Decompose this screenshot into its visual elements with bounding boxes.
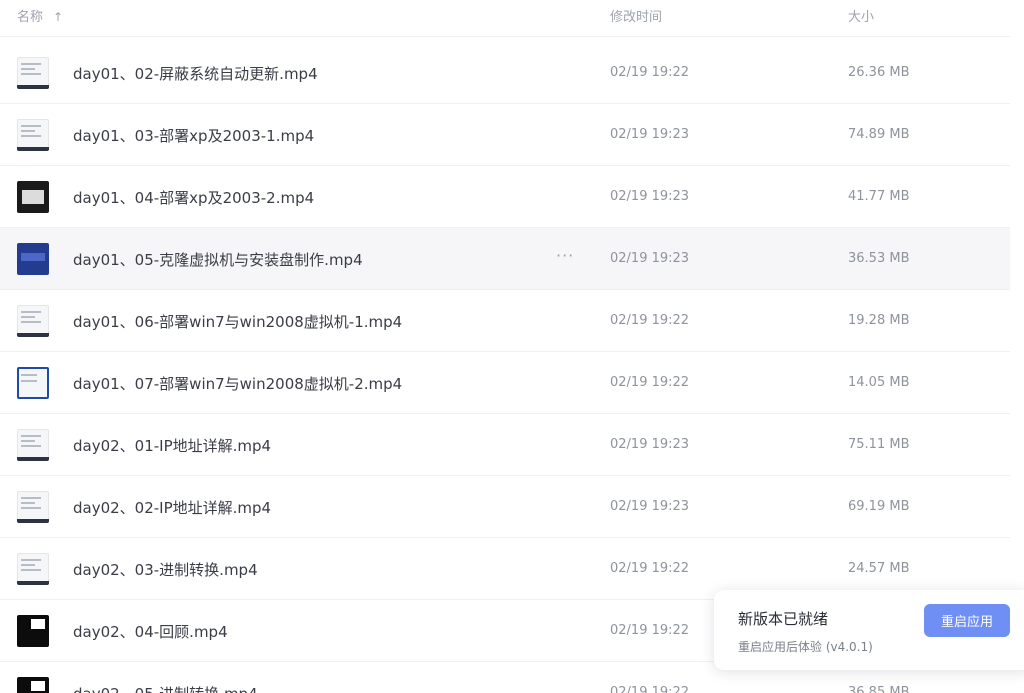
file-modified-time: 02/19 19:23: [610, 437, 690, 452]
file-modified-time: 02/19 19:22: [610, 623, 690, 638]
video-thumbnail-icon: [17, 367, 49, 399]
file-modified-time: 02/19 19:23: [610, 251, 690, 266]
list-header: 名称 ↑ 修改时间 大小: [0, 0, 1010, 37]
restart-app-button[interactable]: 重启应用: [924, 604, 1010, 637]
file-name[interactable]: day01、03-部署xp及2003-1.mp4: [73, 125, 314, 146]
sort-ascending-icon[interactable]: ↑: [53, 10, 63, 24]
file-name[interactable]: day01、04-部署xp及2003-2.mp4: [73, 187, 314, 208]
file-list-page: 名称 ↑ 修改时间 大小 day01、02-屏蔽系统自动更新.mp4 02/19 1…: [0, 0, 1024, 693]
file-name[interactable]: day01、02-屏蔽系统自动更新.mp4: [73, 63, 318, 84]
file-size: 36.53 MB: [848, 251, 910, 266]
file-row[interactable]: day01、06-部署win7与win2008虚拟机-1.mp4 02/19 19…: [0, 290, 1010, 352]
file-modified-time: 02/19 19:22: [610, 375, 690, 390]
file-size: 36.85 MB: [848, 685, 910, 693]
file-name[interactable]: day02、05-进制转换.mp4: [73, 683, 258, 693]
file-size: 41.77 MB: [848, 189, 910, 204]
video-thumbnail-icon: [17, 553, 49, 585]
column-header-name-label: 名称: [17, 10, 44, 25]
file-row[interactable]: day01、05-克隆虚拟机与安装盘制作.mp4 ··· 02/19 19:23 36…: [0, 228, 1010, 290]
column-header-name[interactable]: 名称 ↑: [17, 6, 63, 25]
file-name[interactable]: day02、04-回顾.mp4: [73, 621, 228, 642]
file-size: 69.19 MB: [848, 499, 910, 514]
file-modified-time: 02/19 19:23: [610, 127, 690, 142]
file-name[interactable]: day02、03-进制转换.mp4: [73, 559, 258, 580]
file-row[interactable]: day01、02-屏蔽系统自动更新.mp4 02/19 19:22 26.36 MB: [0, 42, 1010, 104]
file-row[interactable]: day01、07-部署win7与win2008虚拟机-2.mp4 02/19 19…: [0, 352, 1010, 414]
file-size: 26.36 MB: [848, 65, 910, 80]
file-modified-time: 02/19 19:22: [610, 561, 690, 576]
file-modified-time: 02/19 19:22: [610, 65, 690, 80]
file-modified-time: 02/19 19:23: [610, 499, 690, 514]
video-thumbnail-icon: [17, 491, 49, 523]
video-thumbnail-icon: [17, 677, 49, 693]
file-size: 74.89 MB: [848, 127, 910, 142]
file-row[interactable]: day02、01-IP地址详解.mp4 02/19 19:23 75.11 MB: [0, 414, 1010, 476]
update-ready-toast: 新版本已就绪 重启应用后体验 (v4.0.1) 重启应用: [714, 590, 1024, 670]
toast-title: 新版本已就绪: [738, 610, 829, 628]
file-modified-time: 02/19 19:22: [610, 313, 690, 328]
file-name[interactable]: day02、01-IP地址详解.mp4: [73, 435, 271, 456]
file-size: 24.57 MB: [848, 561, 910, 576]
more-options-icon[interactable]: ···: [556, 246, 574, 265]
file-size: 75.11 MB: [848, 437, 910, 452]
video-thumbnail-icon: [17, 615, 49, 647]
file-modified-time: 02/19 19:23: [610, 189, 690, 204]
video-thumbnail-icon: [17, 243, 49, 275]
column-header-size[interactable]: 大小: [848, 6, 874, 25]
toast-subtitle: 重启应用后体验 (v4.0.1): [738, 640, 873, 654]
column-header-modified[interactable]: 修改时间: [610, 6, 662, 25]
file-name[interactable]: day01、06-部署win7与win2008虚拟机-1.mp4: [73, 311, 402, 332]
file-row[interactable]: day01、03-部署xp及2003-1.mp4 02/19 19:23 74.89…: [0, 104, 1010, 166]
video-thumbnail-icon: [17, 57, 49, 89]
video-thumbnail-icon: [17, 429, 49, 461]
file-name[interactable]: day02、02-IP地址详解.mp4: [73, 497, 271, 518]
file-modified-time: 02/19 19:22: [610, 685, 690, 693]
file-row[interactable]: day02、02-IP地址详解.mp4 02/19 19:23 69.19 MB: [0, 476, 1010, 538]
file-name[interactable]: day01、07-部署win7与win2008虚拟机-2.mp4: [73, 373, 402, 394]
file-size: 19.28 MB: [848, 313, 910, 328]
file-row[interactable]: day01、04-部署xp及2003-2.mp4 02/19 19:23 41.77…: [0, 166, 1010, 228]
file-name[interactable]: day01、05-克隆虚拟机与安装盘制作.mp4: [73, 249, 363, 270]
video-thumbnail-icon: [17, 181, 49, 213]
video-thumbnail-icon: [17, 305, 49, 337]
file-size: 14.05 MB: [848, 375, 910, 390]
video-thumbnail-icon: [17, 119, 49, 151]
